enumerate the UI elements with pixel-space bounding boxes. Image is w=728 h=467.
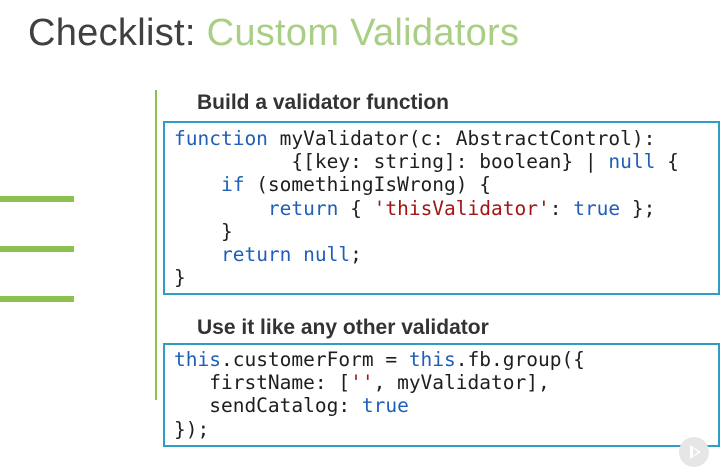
section-2-heading: Use it like any other validator xyxy=(197,316,489,339)
code-keyword: null xyxy=(303,243,351,267)
code-text: sendCatalog: xyxy=(174,394,362,418)
code-text: myValidator(c: AbstractControl): xyxy=(267,127,656,150)
code-text: { xyxy=(338,196,374,220)
code-validator-function: function myValidator(c: AbstractControl)… xyxy=(174,127,679,289)
decorative-bar-2 xyxy=(0,246,74,252)
vertical-divider xyxy=(155,90,157,400)
code-text: : xyxy=(549,196,574,220)
code-keyword: if xyxy=(220,173,245,197)
code-text: }; xyxy=(620,196,656,220)
slide-title-prefix: Checklist: xyxy=(28,12,207,54)
decorative-bar-3 xyxy=(0,296,74,302)
code-text: } xyxy=(174,219,233,243)
section-1-heading: Build a validator function xyxy=(197,91,450,114)
code-text: ; xyxy=(350,243,362,267)
code-text: .fb.group({ xyxy=(455,348,585,371)
code-validator-line: {[key: string]: boolean} | null { xyxy=(174,150,679,174)
slide-title-highlight: Custom Validators xyxy=(206,12,520,54)
code-text: , myValidator], xyxy=(373,371,550,395)
code-usage-line: firstName: ['', myValidator], xyxy=(174,371,585,394)
code-text: firstName: [ xyxy=(174,371,351,395)
code-text: { xyxy=(655,150,679,174)
code-validator-line: } xyxy=(174,220,679,243)
code-validator-line: if (somethingIsWrong) { xyxy=(174,173,679,196)
code-validator-line: } xyxy=(174,266,679,289)
play-button[interactable] xyxy=(679,437,709,467)
code-keyword: true xyxy=(361,394,409,418)
code-block-validator: function myValidator(c: AbstractControl)… xyxy=(163,121,720,295)
code-text: .customerForm = xyxy=(220,348,409,371)
code-keyword: return xyxy=(267,196,339,220)
code-validator-line: function myValidator(c: AbstractControl)… xyxy=(174,127,679,150)
code-usage-line: }); xyxy=(174,418,585,441)
code-keyword: return xyxy=(220,243,292,267)
code-text: {[key: string]: boolean} | xyxy=(174,150,609,174)
code-string: '' xyxy=(350,371,374,395)
code-text: }); xyxy=(174,417,210,441)
code-validator-line: return { 'thisValidator': true }; xyxy=(174,197,679,220)
code-text: } xyxy=(174,266,186,290)
code-keyword: this xyxy=(408,348,456,371)
code-string: 'thisValidator' xyxy=(373,196,550,220)
code-keyword: true xyxy=(573,196,621,220)
slide-title: Checklist: Custom Validators xyxy=(28,9,519,57)
code-usage-line: this.customerForm = this.fb.group({ xyxy=(174,348,585,371)
code-block-usage: this.customerForm = this.fb.group({ firs… xyxy=(163,343,720,447)
code-usage-example: this.customerForm = this.fb.group({ firs… xyxy=(174,348,585,441)
code-validator-line: return null; xyxy=(174,243,679,266)
play-icon xyxy=(690,445,701,459)
code-keyword: function xyxy=(174,127,268,150)
code-keyword: this xyxy=(174,348,221,371)
code-keyword: null xyxy=(608,150,656,174)
code-usage-line: sendCatalog: true xyxy=(174,394,585,417)
decorative-bar-1 xyxy=(0,196,74,202)
code-text: (somethingIsWrong) { xyxy=(244,173,491,197)
